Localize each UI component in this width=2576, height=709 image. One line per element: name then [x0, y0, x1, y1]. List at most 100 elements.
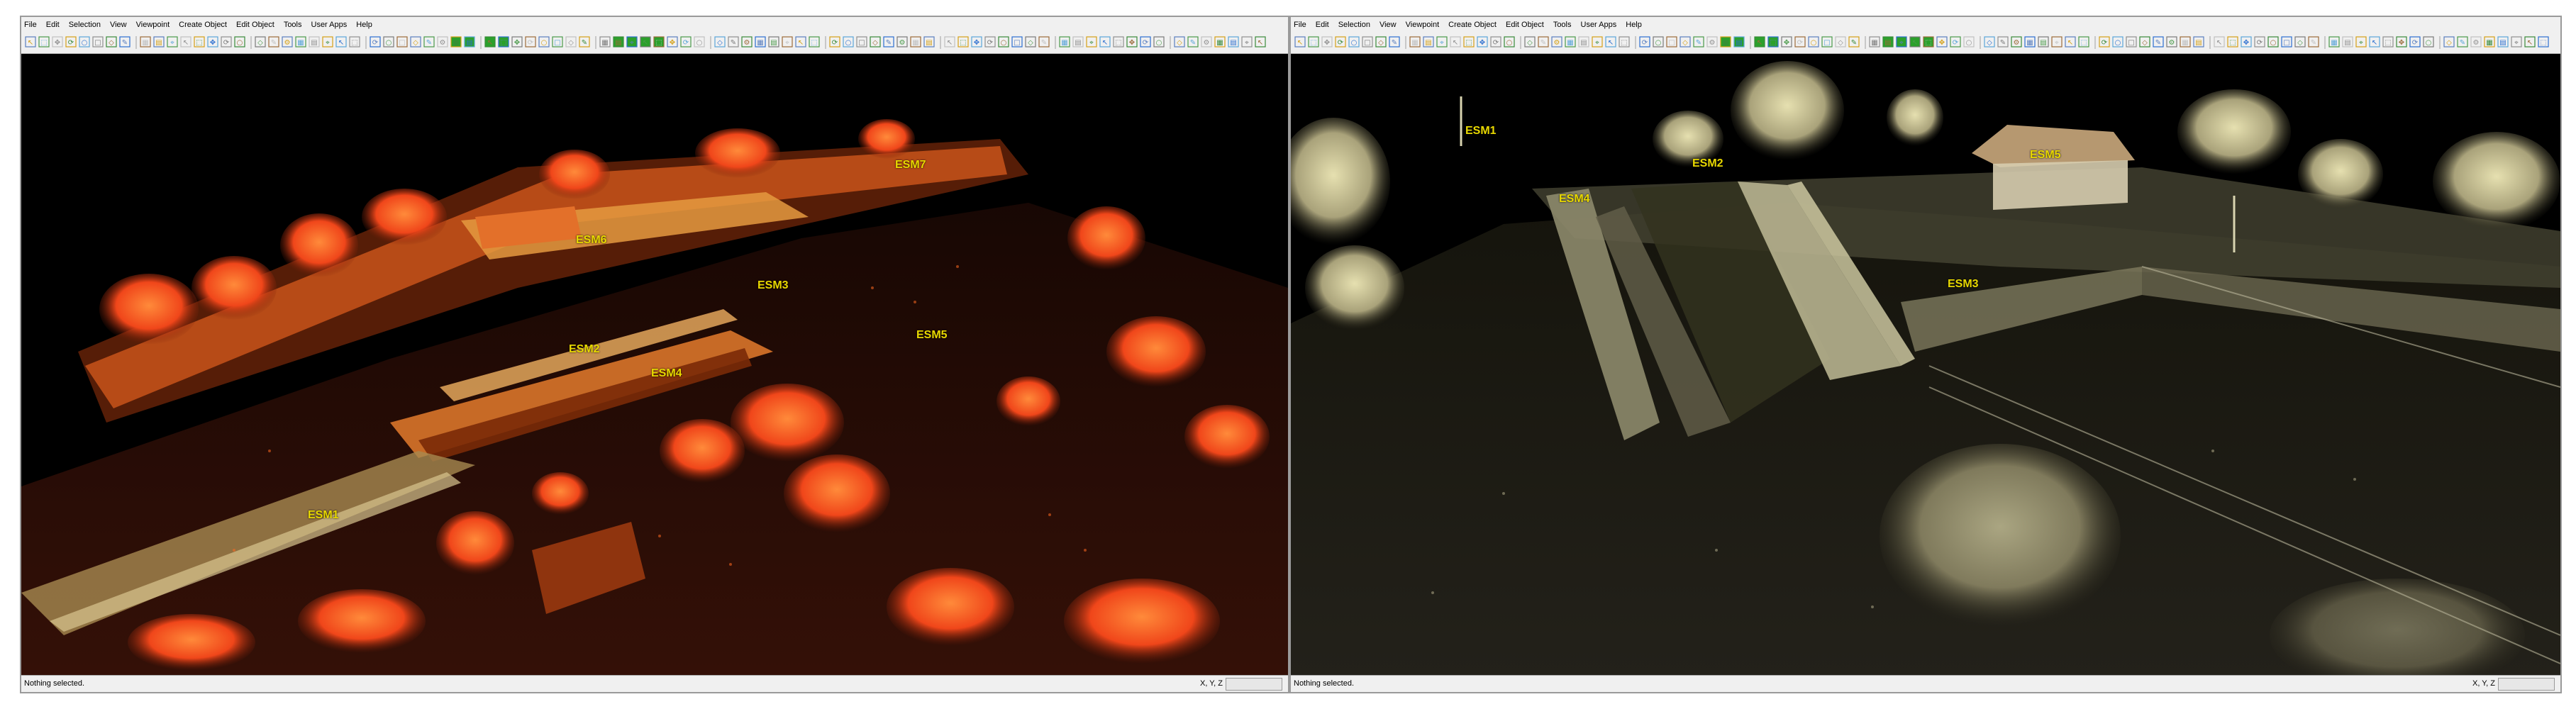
toolbar-tool-icon[interactable]: ⟳	[829, 36, 840, 48]
toolbar-tool-icon[interactable]: ◇	[2443, 36, 2455, 48]
toolbar-tool-icon[interactable]: ⟳	[2099, 36, 2110, 48]
toolbar-tool-icon[interactable]: ▤	[309, 36, 320, 48]
toolbar-tool-icon[interactable]: ○	[1963, 36, 1975, 48]
toolbar-tool-icon[interactable]: ⚙	[741, 36, 753, 48]
menu-view[interactable]: View	[1379, 21, 1397, 29]
toolbar-tool-icon[interactable]: ↖	[1909, 36, 1921, 48]
toolbar-tool-icon[interactable]: ⬚	[2078, 36, 2089, 48]
toolbar-tool-icon[interactable]: ◇	[714, 36, 726, 48]
toolbar-tool-icon[interactable]: □	[1362, 36, 1373, 48]
toolbar-tool-icon[interactable]: ✎	[2308, 36, 2319, 48]
toolbar-tool-icon[interactable]: ⬚	[2538, 36, 2549, 48]
toolbar-tool-icon[interactable]: ○	[1504, 36, 1515, 48]
toolbar-tool-icon[interactable]: ✎	[1693, 36, 1704, 48]
menu-edit-object[interactable]: Edit Object	[236, 21, 274, 29]
toolbar-tool-icon[interactable]: ⌖	[1241, 36, 1253, 48]
toolbar-tool-icon[interactable]: ○	[383, 36, 394, 48]
toolbar-tool-icon[interactable]: ⌖	[1086, 36, 1097, 48]
toolbar-tool-icon[interactable]: ✥	[52, 36, 63, 48]
toolbar-tool-icon[interactable]: ⟳	[2254, 36, 2265, 48]
toolbar-tool-icon[interactable]: ▦	[450, 36, 462, 48]
toolbar-tool-icon[interactable]: ✎	[268, 36, 279, 48]
toolbar-tool-icon[interactable]: ⚙	[437, 36, 448, 48]
toolbar-tool-icon[interactable]: ⌖	[1896, 36, 1907, 48]
toolbar-tool-icon[interactable]: ⚙	[2470, 36, 2482, 48]
toolbar-tool-icon[interactable]: ↖	[2369, 36, 2380, 48]
toolbar-tool-icon[interactable]: ⬚	[1463, 36, 1475, 48]
menu-create-object[interactable]: Create Object	[179, 21, 227, 29]
left-point-cloud-viewport[interactable]: ESM7 ESM6 ESM3 ESM2 ESM5 ESM4 ESM1	[21, 54, 1288, 675]
toolbar-tool-icon[interactable]: ▤	[1733, 36, 1745, 48]
toolbar-tool-icon[interactable]: ⟳	[1639, 36, 1650, 48]
toolbar-tool-icon[interactable]: ⟳	[984, 36, 996, 48]
menu-edit[interactable]: Edit	[1316, 21, 1329, 29]
toolbar-tool-icon[interactable]: ◇	[1375, 36, 1387, 48]
menu-help[interactable]: Help	[356, 21, 372, 29]
toolbar-tool-icon[interactable]: ⬚	[1308, 36, 1319, 48]
toolbar-tool-icon[interactable]: ▤	[2193, 36, 2204, 48]
toolbar-tool-icon[interactable]: ○	[694, 36, 705, 48]
toolbar-tool-icon[interactable]: ⚙	[282, 36, 293, 48]
toolbar-tool-icon[interactable]: ▦	[140, 36, 151, 48]
toolbar-tool-icon[interactable]: ✎	[1848, 36, 1860, 48]
toolbar-tool-icon[interactable]: ↖	[180, 36, 191, 48]
toolbar-tool-icon[interactable]: ○	[1348, 36, 1360, 48]
toolbar-tool-icon[interactable]: ▦	[1059, 36, 1070, 48]
menu-viewpoint[interactable]: Viewpoint	[1406, 21, 1440, 29]
toolbar-tool-icon[interactable]: ○	[1808, 36, 1819, 48]
toolbar-tool-icon[interactable]: ↖	[335, 36, 347, 48]
menu-user-apps[interactable]: User Apps	[1581, 21, 1617, 29]
toolbar-tool-icon[interactable]: ⬚	[349, 36, 360, 48]
toolbar-tool-icon[interactable]: ○	[1653, 36, 1664, 48]
toolbar-tool-icon[interactable]: ⚙	[1551, 36, 1562, 48]
toolbar-tool-icon[interactable]: ✥	[1477, 36, 1488, 48]
menu-tools[interactable]: Tools	[1553, 21, 1572, 29]
toolbar-tool-icon[interactable]: ▦	[755, 36, 766, 48]
toolbar-tool-icon[interactable]: ⟳	[2409, 36, 2421, 48]
toolbar-tool-icon[interactable]: □	[1666, 36, 1677, 48]
toolbar-tool-icon[interactable]: ⬚	[2382, 36, 2394, 48]
toolbar-tool-icon[interactable]: ◇	[1680, 36, 1691, 48]
toolbar-tool-icon[interactable]: ⟳	[370, 36, 381, 48]
toolbar-tool-icon[interactable]: ▦	[1869, 36, 1880, 48]
toolbar-tool-icon[interactable]: ↖	[1450, 36, 1461, 48]
toolbar-tool-icon[interactable]: ▤	[2497, 36, 2509, 48]
toolbar-tool-icon[interactable]: ▤	[1578, 36, 1589, 48]
toolbar-tool-icon[interactable]: ▦	[599, 36, 611, 48]
toolbar-tool-icon[interactable]: ✎	[1997, 36, 2009, 48]
toolbar-tool-icon[interactable]: ▤	[2342, 36, 2353, 48]
toolbar-tool-icon[interactable]: ○	[2423, 36, 2434, 48]
menu-user-apps[interactable]: User Apps	[311, 21, 348, 29]
toolbar-tool-icon[interactable]: ◇	[2139, 36, 2150, 48]
toolbar-tool-icon[interactable]: ▦	[2328, 36, 2340, 48]
toolbar-tool-icon[interactable]: ✥	[971, 36, 982, 48]
toolbar-tool-icon[interactable]: □	[2126, 36, 2137, 48]
toolbar-tool-icon[interactable]: ○	[234, 36, 245, 48]
toolbar-tool-icon[interactable]: ↖	[1294, 36, 1306, 48]
toolbar-tool-icon[interactable]: ○	[2267, 36, 2279, 48]
toolbar-tool-icon[interactable]: ○	[79, 36, 90, 48]
toolbar-tool-icon[interactable]: ◇	[1174, 36, 1185, 48]
toolbar-tool-icon[interactable]: ▦	[2024, 36, 2036, 48]
toolbar-tool-icon[interactable]: ▦	[2180, 36, 2191, 48]
toolbar-tool-icon[interactable]: ⟳	[680, 36, 692, 48]
toolbar-tool-icon[interactable]: ▤	[2038, 36, 2049, 48]
toolbar-tool-icon[interactable]: ◇	[2294, 36, 2306, 48]
toolbar-tool-icon[interactable]: ✎	[883, 36, 894, 48]
toolbar-tool-icon[interactable]: □	[92, 36, 104, 48]
toolbar-tool-icon[interactable]: ○	[843, 36, 854, 48]
toolbar-tool-icon[interactable]: ↖	[2524, 36, 2536, 48]
toolbar-tool-icon[interactable]: ⌖	[626, 36, 638, 48]
menu-file[interactable]: File	[24, 21, 37, 29]
toolbar-tool-icon[interactable]: ⬚	[498, 36, 509, 48]
toolbar-tool-icon[interactable]: ◇	[1524, 36, 1536, 48]
toolbar-tool-icon[interactable]: ✎	[423, 36, 435, 48]
toolbar-tool-icon[interactable]: ⬚	[1923, 36, 1934, 48]
toolbar-tool-icon[interactable]: ✎	[1187, 36, 1199, 48]
toolbar-tool-icon[interactable]: ↖	[795, 36, 806, 48]
toolbar-tool-icon[interactable]: ▦	[910, 36, 921, 48]
toolbar-tool-icon[interactable]: ✥	[511, 36, 523, 48]
toolbar-tool-icon[interactable]: ⬚	[1767, 36, 1779, 48]
toolbar-tool-icon[interactable]: ✎	[579, 36, 590, 48]
toolbar-tool-icon[interactable]: ⟳	[1335, 36, 1346, 48]
